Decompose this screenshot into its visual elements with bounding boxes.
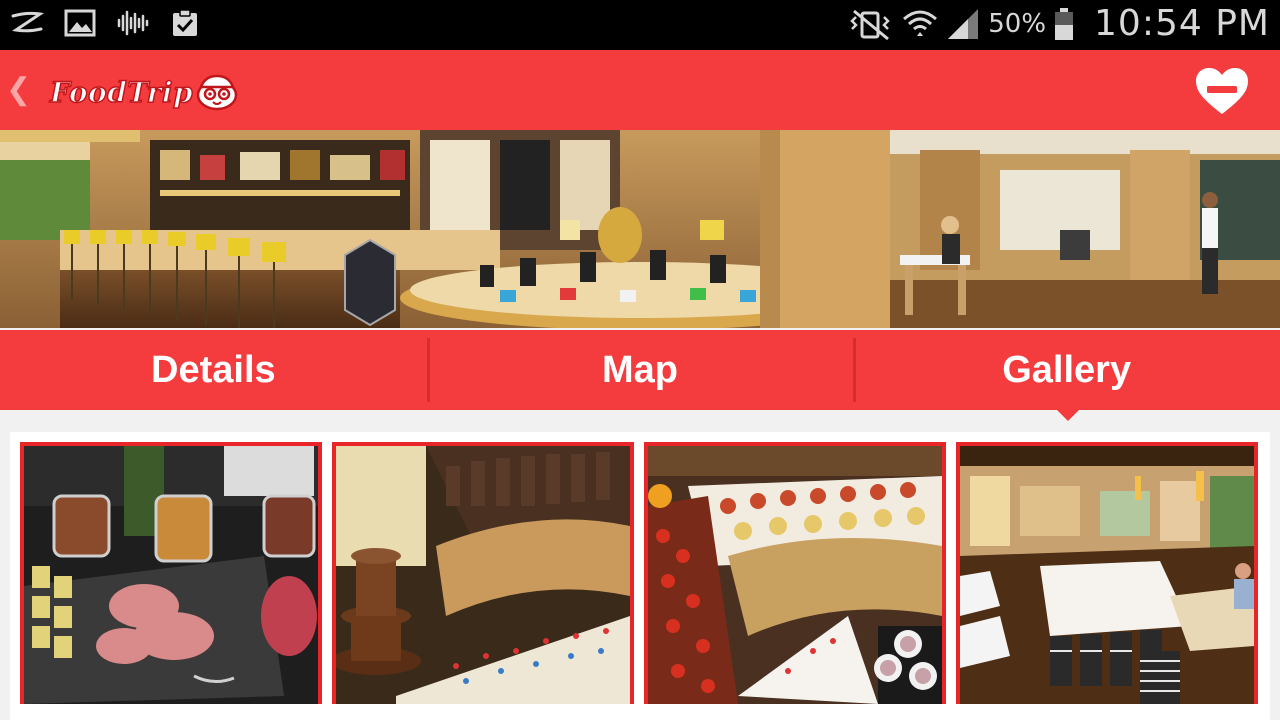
photo-gallery <box>10 432 1270 720</box>
back-chevron-icon[interactable]: ❮ <box>6 72 31 108</box>
battery-percent: 50% <box>988 8 1047 39</box>
status-bar: 50% 10:54 PM <box>0 0 1280 50</box>
wifi-icon <box>903 10 938 36</box>
gallery-photo-canapes[interactable] <box>644 442 946 704</box>
status-bar-system: 50% 10:54 PM <box>848 3 1270 44</box>
mute-vibrate-icon <box>850 9 891 40</box>
gallery-photo-buffet-jars[interactable] <box>20 442 322 704</box>
clock: 10:54 PM <box>1094 3 1270 44</box>
mascot-icon <box>196 74 238 111</box>
logo-text: FoodTrip <box>49 75 194 110</box>
tab-map[interactable]: Map <box>426 330 854 410</box>
status-bar-notifications <box>10 8 200 38</box>
voicemail-icon <box>117 10 149 36</box>
tab-gallery[interactable]: Gallery <box>853 330 1280 410</box>
restaurant-banner-image <box>0 130 1280 328</box>
selected-tab-indicator <box>1056 409 1080 421</box>
app-logo: FoodTrip <box>49 72 239 112</box>
battery-icon <box>1055 7 1074 40</box>
gallery-photo-chocolate-fountain[interactable] <box>332 442 634 704</box>
signal-icon <box>948 8 979 39</box>
image-icon <box>64 9 96 37</box>
remove-favorite-heart-icon[interactable] <box>1194 66 1250 116</box>
task-check-icon <box>173 9 197 36</box>
banner-illustration <box>0 130 1280 328</box>
gallery-photo-dining-room[interactable] <box>956 442 1258 704</box>
section-tabs: Details Map Gallery <box>0 330 1280 410</box>
tab-details[interactable]: Details <box>0 330 427 410</box>
app-bar: ❮ FoodTrip <box>0 50 1280 130</box>
notification-z-icon <box>11 11 44 33</box>
